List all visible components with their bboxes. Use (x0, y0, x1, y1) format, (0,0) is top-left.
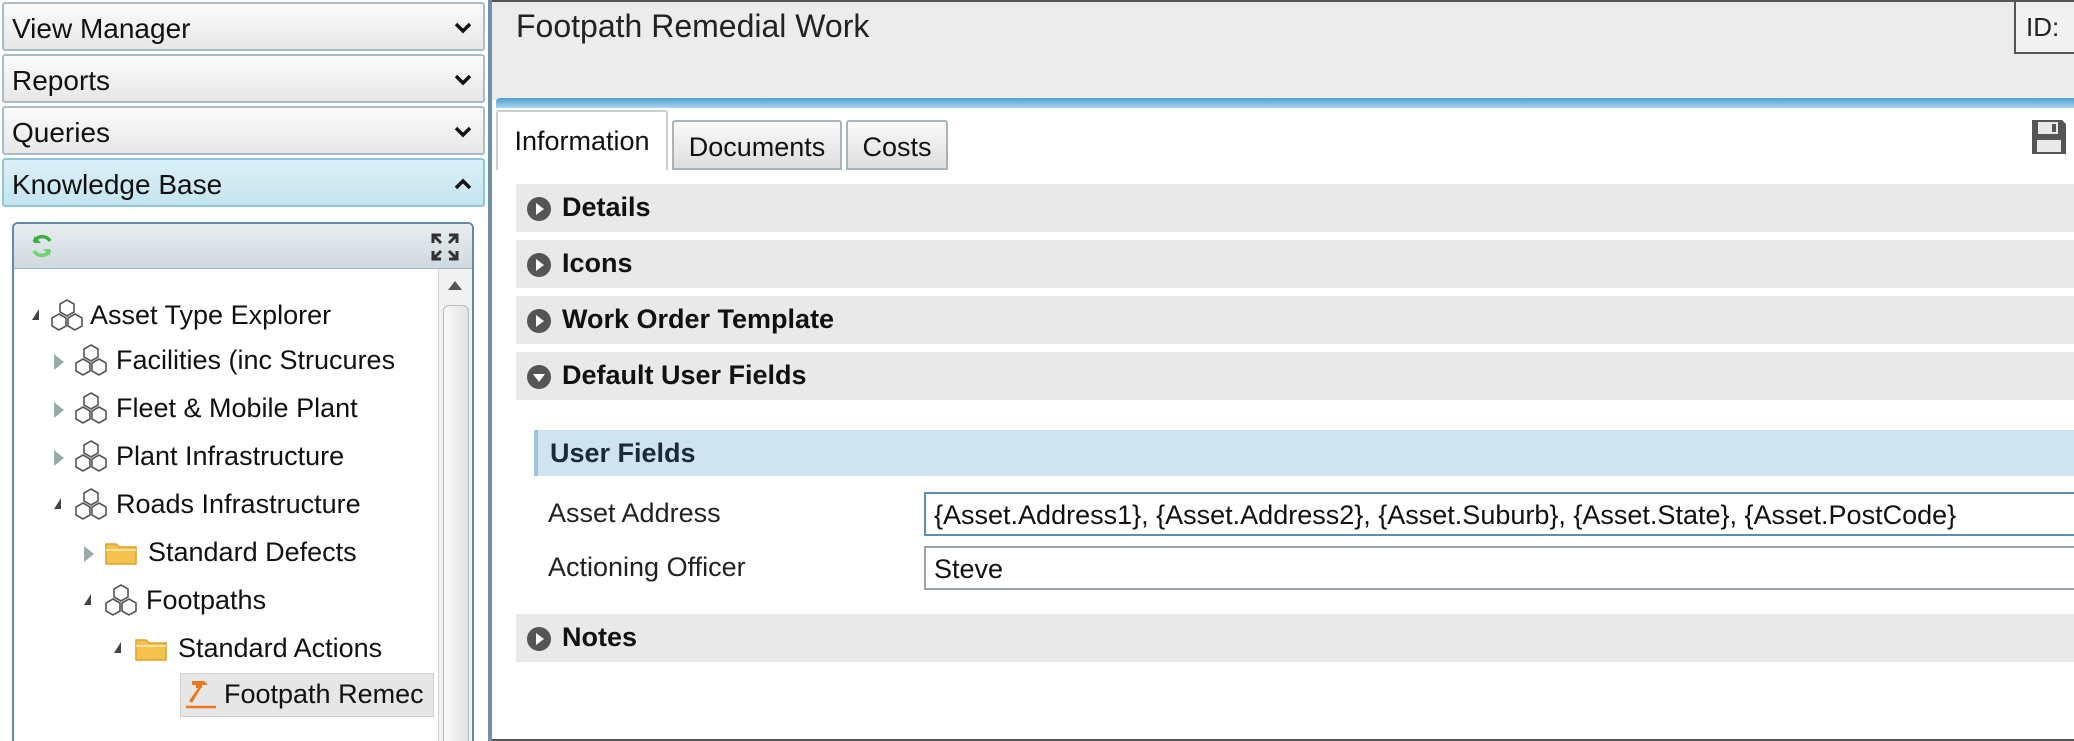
folder-icon (105, 543, 137, 565)
tree-toggle[interactable] (84, 546, 94, 562)
refresh-icon[interactable] (28, 232, 56, 260)
tab-strip: Information Documents Costs (492, 108, 2074, 170)
tree-node-label: Fleet & Mobile Plant (116, 393, 358, 423)
section-default-user-fields[interactable]: Default User Fields (516, 352, 2074, 400)
tree-node-label: Standard Actions (178, 633, 383, 663)
chevron-down-icon (454, 126, 472, 138)
user-fields-header: User Fields (534, 430, 2074, 476)
tree-toolbar (14, 224, 472, 269)
section-icons[interactable]: Icons (516, 240, 2074, 288)
cubes-icon (75, 392, 107, 424)
fullscreen-icon[interactable] (430, 232, 460, 262)
tree-toggle[interactable] (54, 402, 64, 418)
tab-documents[interactable]: Documents (672, 120, 842, 170)
detail-header: Footpath Remedial Work ID: (492, 2, 2074, 100)
scroll-thumb[interactable] (443, 305, 469, 741)
section-title: Details (562, 192, 651, 222)
cubes-icon (75, 344, 107, 376)
tree-toggle[interactable] (32, 309, 39, 320)
scroll-up-arrow-icon[interactable] (448, 281, 462, 290)
expand-arrow-icon (527, 197, 551, 221)
asset-address-input[interactable]: {Asset.Address1}, {Asset.Address2}, {Ass… (924, 492, 2074, 536)
accordion-label: View Manager (12, 13, 191, 44)
section-title: Work Order Template (562, 304, 835, 334)
tree-toggle[interactable] (54, 498, 61, 509)
left-panel: View Manager Reports Queries Knowledge B… (0, 0, 488, 741)
section-work-order-template[interactable]: Work Order Template (516, 296, 2074, 344)
tree-scrollbar[interactable] (438, 269, 472, 741)
accordion-label: Queries (12, 117, 111, 148)
chevron-down-icon (454, 22, 472, 34)
tab-information[interactable]: Information (496, 110, 668, 170)
page-title: Footpath Remedial Work (516, 8, 870, 44)
accordion-queries[interactable]: Queries (2, 106, 485, 155)
chevron-up-icon (454, 178, 472, 190)
accordion-reports[interactable]: Reports (2, 54, 485, 103)
section-notes[interactable]: Notes (516, 614, 2074, 662)
folder-icon (135, 639, 167, 661)
accordion-view-manager[interactable]: View Manager (2, 2, 485, 51)
actioning-officer-input[interactable]: Steve (924, 546, 2074, 590)
expand-arrow-icon (527, 253, 551, 277)
save-icon[interactable] (2030, 118, 2068, 156)
section-title: Default User Fields (562, 360, 807, 390)
cubes-icon (75, 440, 107, 472)
cubes-icon (51, 299, 83, 331)
tree-toggle[interactable] (54, 354, 64, 370)
expand-arrow-icon (527, 309, 551, 333)
hammer-icon (186, 681, 216, 709)
chevron-down-icon (454, 74, 472, 86)
cubes-icon (75, 488, 107, 520)
section-title: Notes (562, 622, 638, 652)
asset-address-label: Asset Address (548, 498, 721, 528)
tree-toggle[interactable] (114, 642, 121, 653)
header-divider (496, 98, 2074, 108)
id-label: ID: (2014, 2, 2074, 54)
tree-node-label: Footpath Remec (224, 679, 424, 709)
accordion-knowledge-base[interactable]: Knowledge Base (2, 158, 485, 207)
asset-tree-panel: Asset Type Explorer Facilities (inc Stru… (12, 222, 474, 741)
tab-costs[interactable]: Costs (846, 120, 948, 170)
tree-node-label: Plant Infrastructure (116, 441, 345, 471)
cubes-icon (105, 584, 137, 616)
tree-toggle[interactable] (54, 450, 64, 466)
accordion-label: Knowledge Base (12, 169, 223, 200)
tree-node-label: Standard Defects (148, 537, 357, 567)
expand-arrow-icon (527, 627, 551, 651)
section-title: Icons (562, 248, 633, 278)
section-details[interactable]: Details (516, 184, 2074, 232)
detail-panel: Footpath Remedial Work ID: Information D… (492, 0, 2074, 741)
tree-node-label: Roads Infrastructure (116, 489, 361, 519)
tree-node-label: Footpaths (146, 585, 267, 615)
tree-node-label: Facilities (inc Strucures (116, 345, 396, 375)
tree-toggle[interactable] (84, 594, 91, 605)
collapse-arrow-icon (527, 365, 551, 389)
tree-node-label: Asset Type Explorer (90, 300, 332, 330)
accordion-label: Reports (12, 65, 111, 96)
actioning-officer-label: Actioning Officer (548, 552, 746, 582)
